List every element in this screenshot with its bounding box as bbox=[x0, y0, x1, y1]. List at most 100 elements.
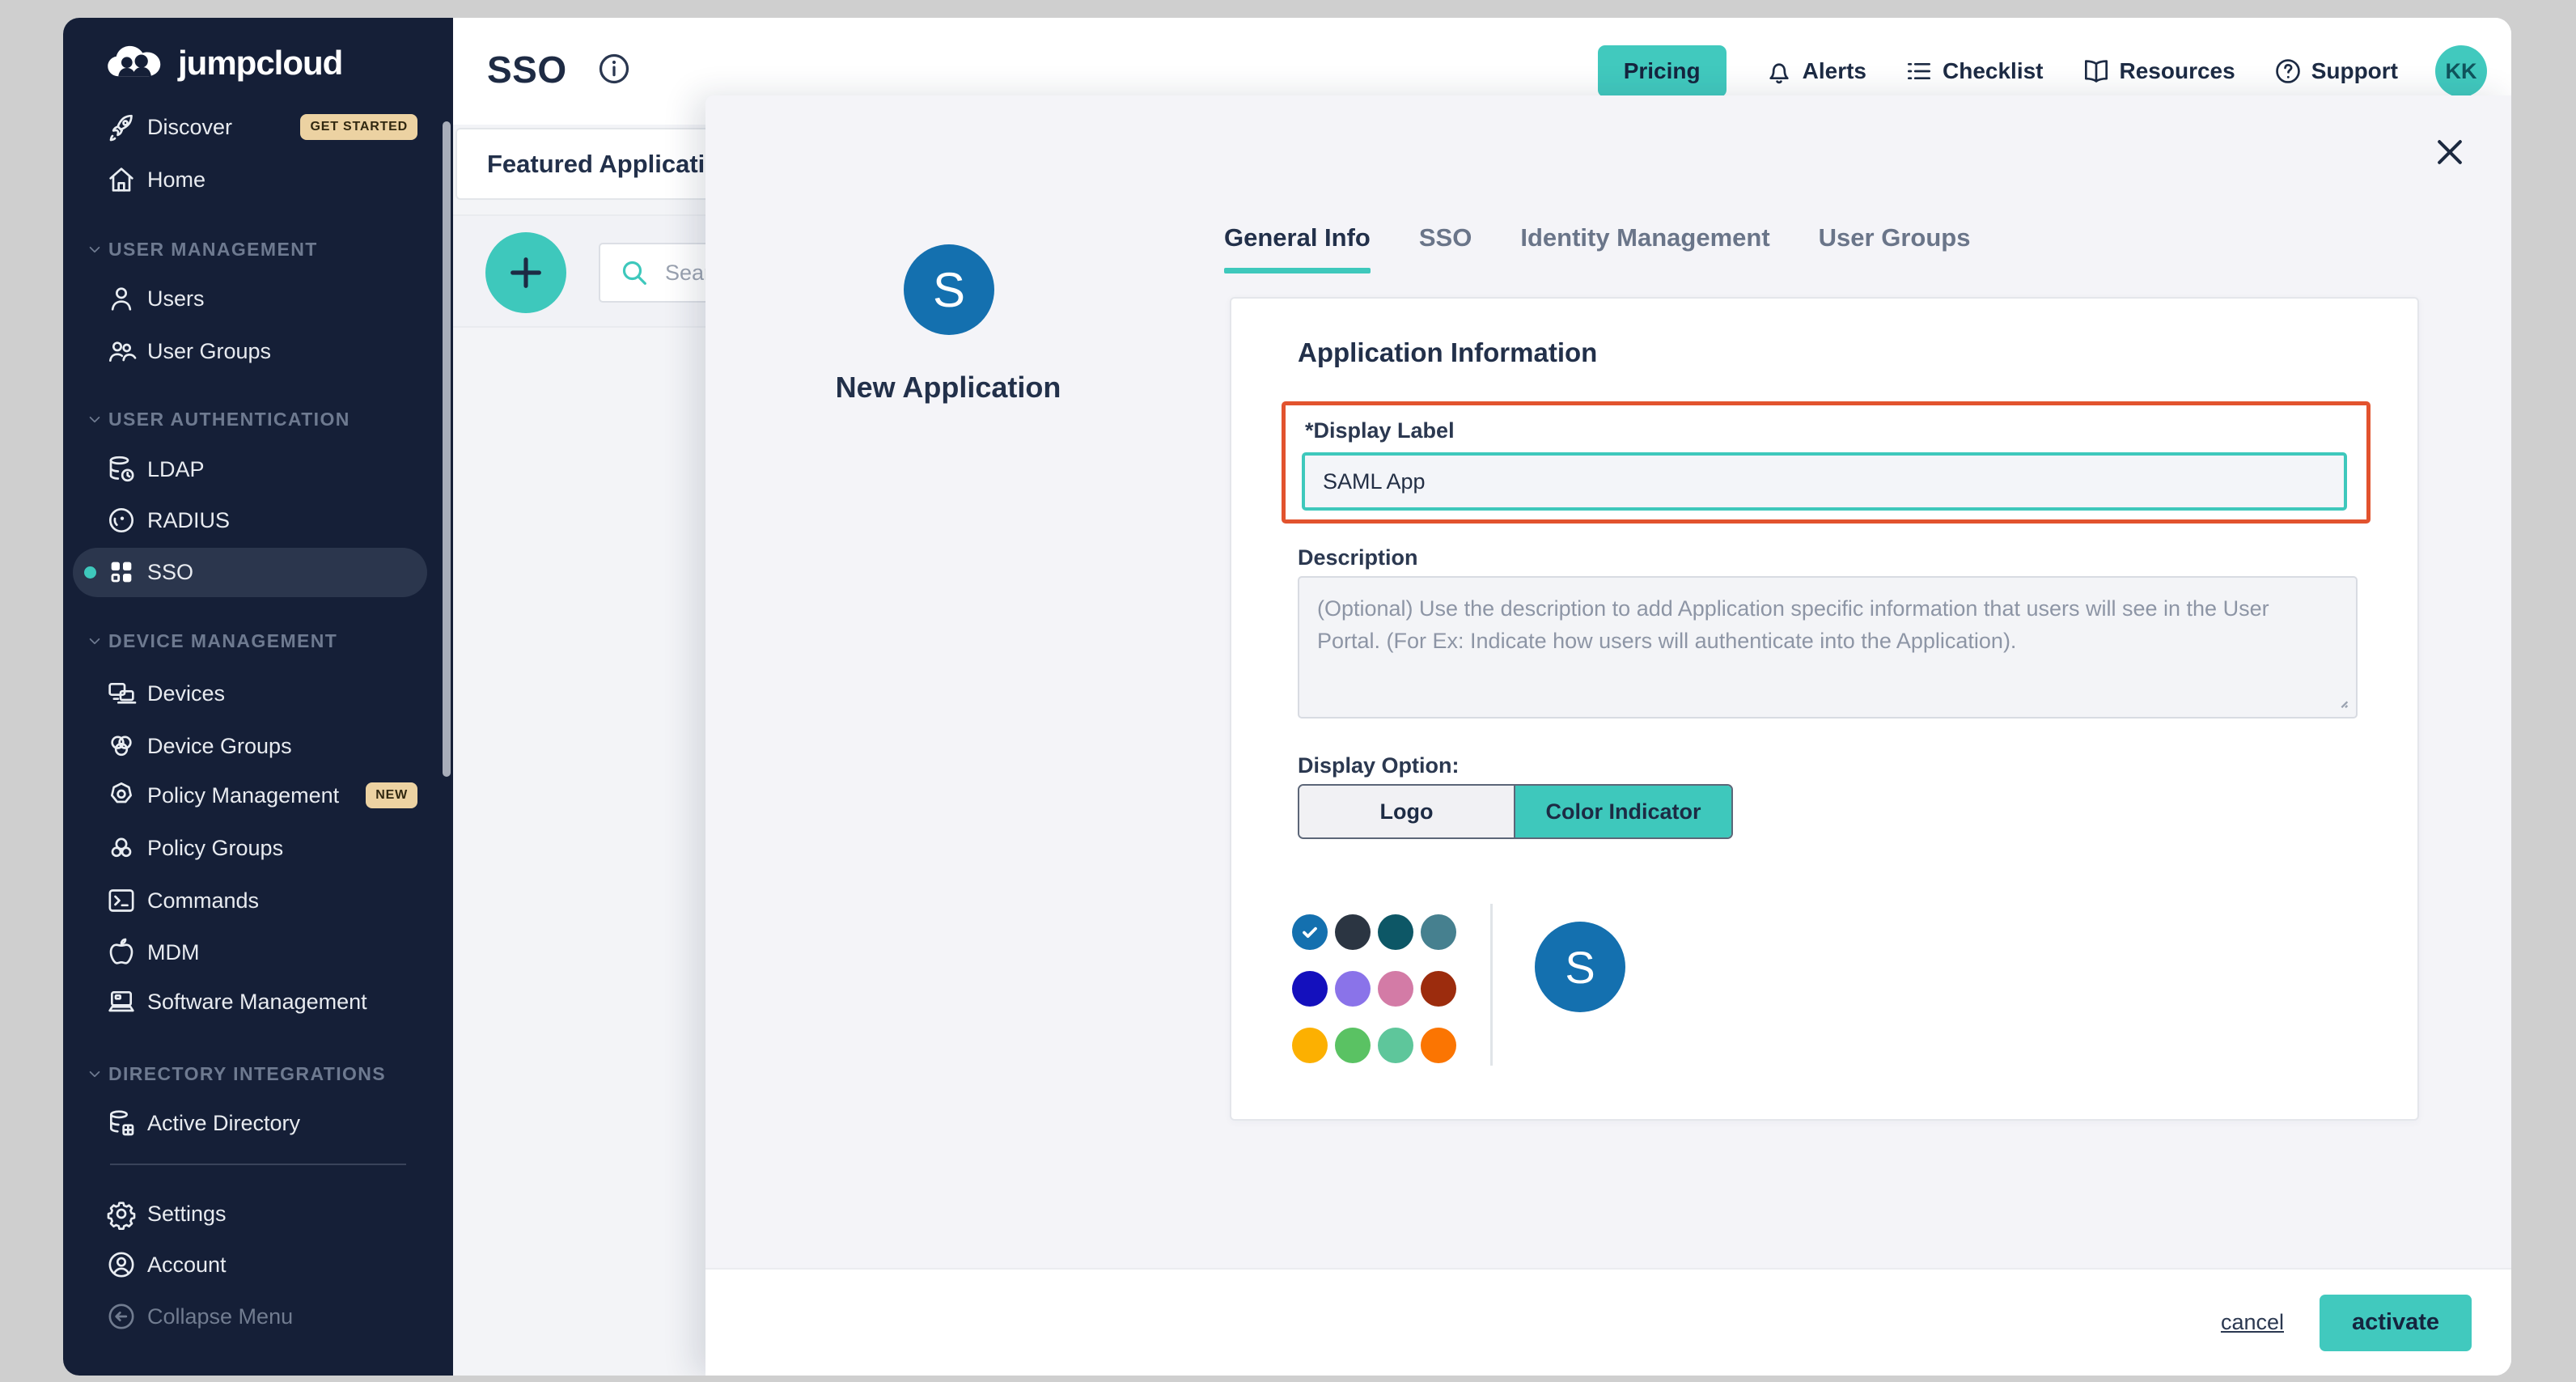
color-swatch[interactable] bbox=[1335, 971, 1371, 1007]
collapse-menu-icon bbox=[105, 1300, 138, 1333]
policy-management-icon bbox=[105, 779, 138, 812]
pricing-button[interactable]: Pricing bbox=[1598, 45, 1727, 97]
modal-tabs: General Info SSO Identity Management Use… bbox=[1224, 223, 1970, 269]
sidebar-item-label: Policy Groups bbox=[147, 836, 283, 861]
sidebar-item-policy-groups[interactable]: Policy Groups bbox=[63, 822, 453, 874]
sidebar-item-label: Devices bbox=[147, 681, 225, 706]
sidebar-item-label: Settings bbox=[147, 1202, 227, 1227]
checklist-button[interactable]: Checklist bbox=[1904, 56, 2044, 87]
display-option-label: Display Option: bbox=[1298, 753, 1460, 778]
description-label: Description bbox=[1298, 545, 1418, 570]
cancel-button[interactable]: cancel bbox=[2221, 1310, 2284, 1335]
resize-handle-icon[interactable] bbox=[2328, 689, 2351, 711]
user-avatar[interactable]: KK bbox=[2435, 45, 2487, 97]
jumpcloud-cloud-icon bbox=[105, 45, 168, 82]
color-swatch[interactable] bbox=[1378, 1028, 1413, 1063]
sidebar-item-active-directory[interactable]: Active Directory bbox=[63, 1097, 453, 1149]
sidebar-item-account[interactable]: Account bbox=[63, 1239, 453, 1291]
tab-general-info[interactable]: General Info bbox=[1224, 223, 1371, 269]
color-indicator-option[interactable]: Color Indicator bbox=[1515, 786, 1731, 837]
sidebar-section-device-management[interactable]: DEVICE MANAGEMENT bbox=[63, 618, 453, 663]
sidebar-item-label: Home bbox=[147, 167, 205, 193]
sidebar-item-commands[interactable]: Commands bbox=[63, 875, 453, 926]
radius-icon bbox=[105, 504, 138, 536]
sidebar-item-collapse-menu[interactable]: Collapse Menu bbox=[63, 1291, 453, 1342]
page-title: SSO bbox=[487, 48, 567, 91]
sidebar-item-label: Discover bbox=[147, 115, 232, 140]
logo-option[interactable]: Logo bbox=[1299, 786, 1515, 837]
book-icon bbox=[2081, 56, 2112, 87]
color-palette bbox=[1292, 914, 1456, 1063]
color-swatch[interactable] bbox=[1292, 971, 1328, 1007]
color-indicator-preview: S bbox=[1535, 922, 1625, 1012]
close-icon[interactable] bbox=[2432, 134, 2468, 170]
add-application-button[interactable] bbox=[485, 232, 566, 313]
new-application-modal: S New Application General Info SSO Ident… bbox=[705, 95, 2511, 1376]
sidebar-item-ldap[interactable]: LDAP bbox=[63, 443, 453, 495]
display-label-highlight-box: *Display Label bbox=[1282, 401, 2371, 524]
mdm-apple-icon bbox=[105, 936, 138, 969]
tab-identity-management[interactable]: Identity Management bbox=[1520, 223, 1769, 269]
sidebar-item-label: User Groups bbox=[147, 339, 271, 364]
color-swatch[interactable] bbox=[1378, 971, 1413, 1007]
display-label-input[interactable] bbox=[1302, 452, 2347, 511]
sidebar-item-software-management[interactable]: Software Management bbox=[63, 976, 453, 1028]
sidebar-item-home[interactable]: Home bbox=[63, 154, 453, 206]
color-swatch[interactable] bbox=[1292, 1028, 1328, 1063]
chevron-down-icon bbox=[84, 409, 105, 430]
application-information-card: Application Information *Display Label D… bbox=[1230, 297, 2419, 1121]
question-icon bbox=[2273, 56, 2303, 87]
sidebar-item-label: MDM bbox=[147, 940, 199, 965]
resources-button[interactable]: Resources bbox=[2081, 56, 2235, 87]
sidebar-item-label: Policy Management bbox=[147, 783, 339, 808]
sidebar-item-label: Collapse Menu bbox=[147, 1304, 293, 1329]
sidebar-item-label: RADIUS bbox=[147, 508, 230, 533]
sidebar-scrollbar[interactable] bbox=[443, 121, 451, 777]
sidebar-item-label: LDAP bbox=[147, 457, 205, 482]
sidebar-divider bbox=[110, 1164, 406, 1165]
sidebar-item-user-groups[interactable]: User Groups bbox=[63, 325, 453, 377]
sidebar-item-devices[interactable]: Devices bbox=[63, 668, 453, 719]
plus-icon bbox=[503, 250, 549, 295]
description-textarea[interactable] bbox=[1298, 576, 2358, 719]
color-swatch[interactable] bbox=[1335, 914, 1371, 950]
sidebar-item-radius[interactable]: RADIUS bbox=[63, 494, 453, 546]
color-swatch[interactable] bbox=[1421, 914, 1456, 950]
info-icon[interactable] bbox=[595, 50, 633, 87]
sidebar-item-label: SSO bbox=[147, 560, 193, 585]
alerts-button[interactable]: Alerts bbox=[1764, 56, 1866, 87]
sidebar-section-user-authentication[interactable]: USER AUTHENTICATION bbox=[63, 396, 453, 442]
sidebar-item-mdm[interactable]: MDM bbox=[63, 926, 453, 978]
color-swatch[interactable] bbox=[1378, 914, 1413, 950]
sidebar: jumpcloud Discover GET STARTED Home USER… bbox=[63, 18, 453, 1376]
swatch-preview-divider bbox=[1490, 904, 1493, 1066]
sidebar-item-settings[interactable]: Settings bbox=[63, 1188, 453, 1240]
sidebar-item-device-groups[interactable]: Device Groups bbox=[63, 720, 453, 772]
gear-icon bbox=[105, 1198, 138, 1230]
bell-icon bbox=[1764, 56, 1794, 87]
get-started-badge: GET STARTED bbox=[300, 114, 417, 140]
check-icon bbox=[1299, 922, 1320, 943]
color-swatch[interactable] bbox=[1421, 1028, 1456, 1063]
new-badge: NEW bbox=[366, 782, 417, 808]
sidebar-item-users[interactable]: Users bbox=[63, 273, 453, 324]
color-swatch-selected[interactable] bbox=[1292, 914, 1328, 950]
color-swatch[interactable] bbox=[1335, 1028, 1371, 1063]
sidebar-section-directory-integrations[interactable]: DIRECTORY INTEGRATIONS bbox=[63, 1051, 453, 1096]
display-label-label: *Display Label bbox=[1305, 418, 1455, 443]
sidebar-section-user-management[interactable]: USER MANAGEMENT bbox=[63, 227, 453, 272]
sidebar-item-policy-management[interactable]: Policy Management NEW bbox=[63, 769, 453, 821]
activate-button[interactable]: activate bbox=[2320, 1295, 2472, 1351]
tab-user-groups[interactable]: User Groups bbox=[1819, 223, 1971, 269]
color-swatch[interactable] bbox=[1421, 971, 1456, 1007]
checklist-icon bbox=[1904, 56, 1934, 87]
application-name: New Application bbox=[770, 371, 1126, 405]
device-groups-icon bbox=[105, 730, 138, 762]
tab-sso[interactable]: SSO bbox=[1419, 223, 1472, 269]
support-button[interactable]: Support bbox=[2273, 56, 2398, 87]
sidebar-item-label: Account bbox=[147, 1253, 227, 1278]
jumpcloud-logo[interactable]: jumpcloud bbox=[105, 44, 342, 83]
account-icon bbox=[105, 1248, 138, 1281]
sidebar-item-sso[interactable]: SSO bbox=[63, 546, 453, 598]
sidebar-item-discover[interactable]: Discover GET STARTED bbox=[63, 101, 453, 153]
